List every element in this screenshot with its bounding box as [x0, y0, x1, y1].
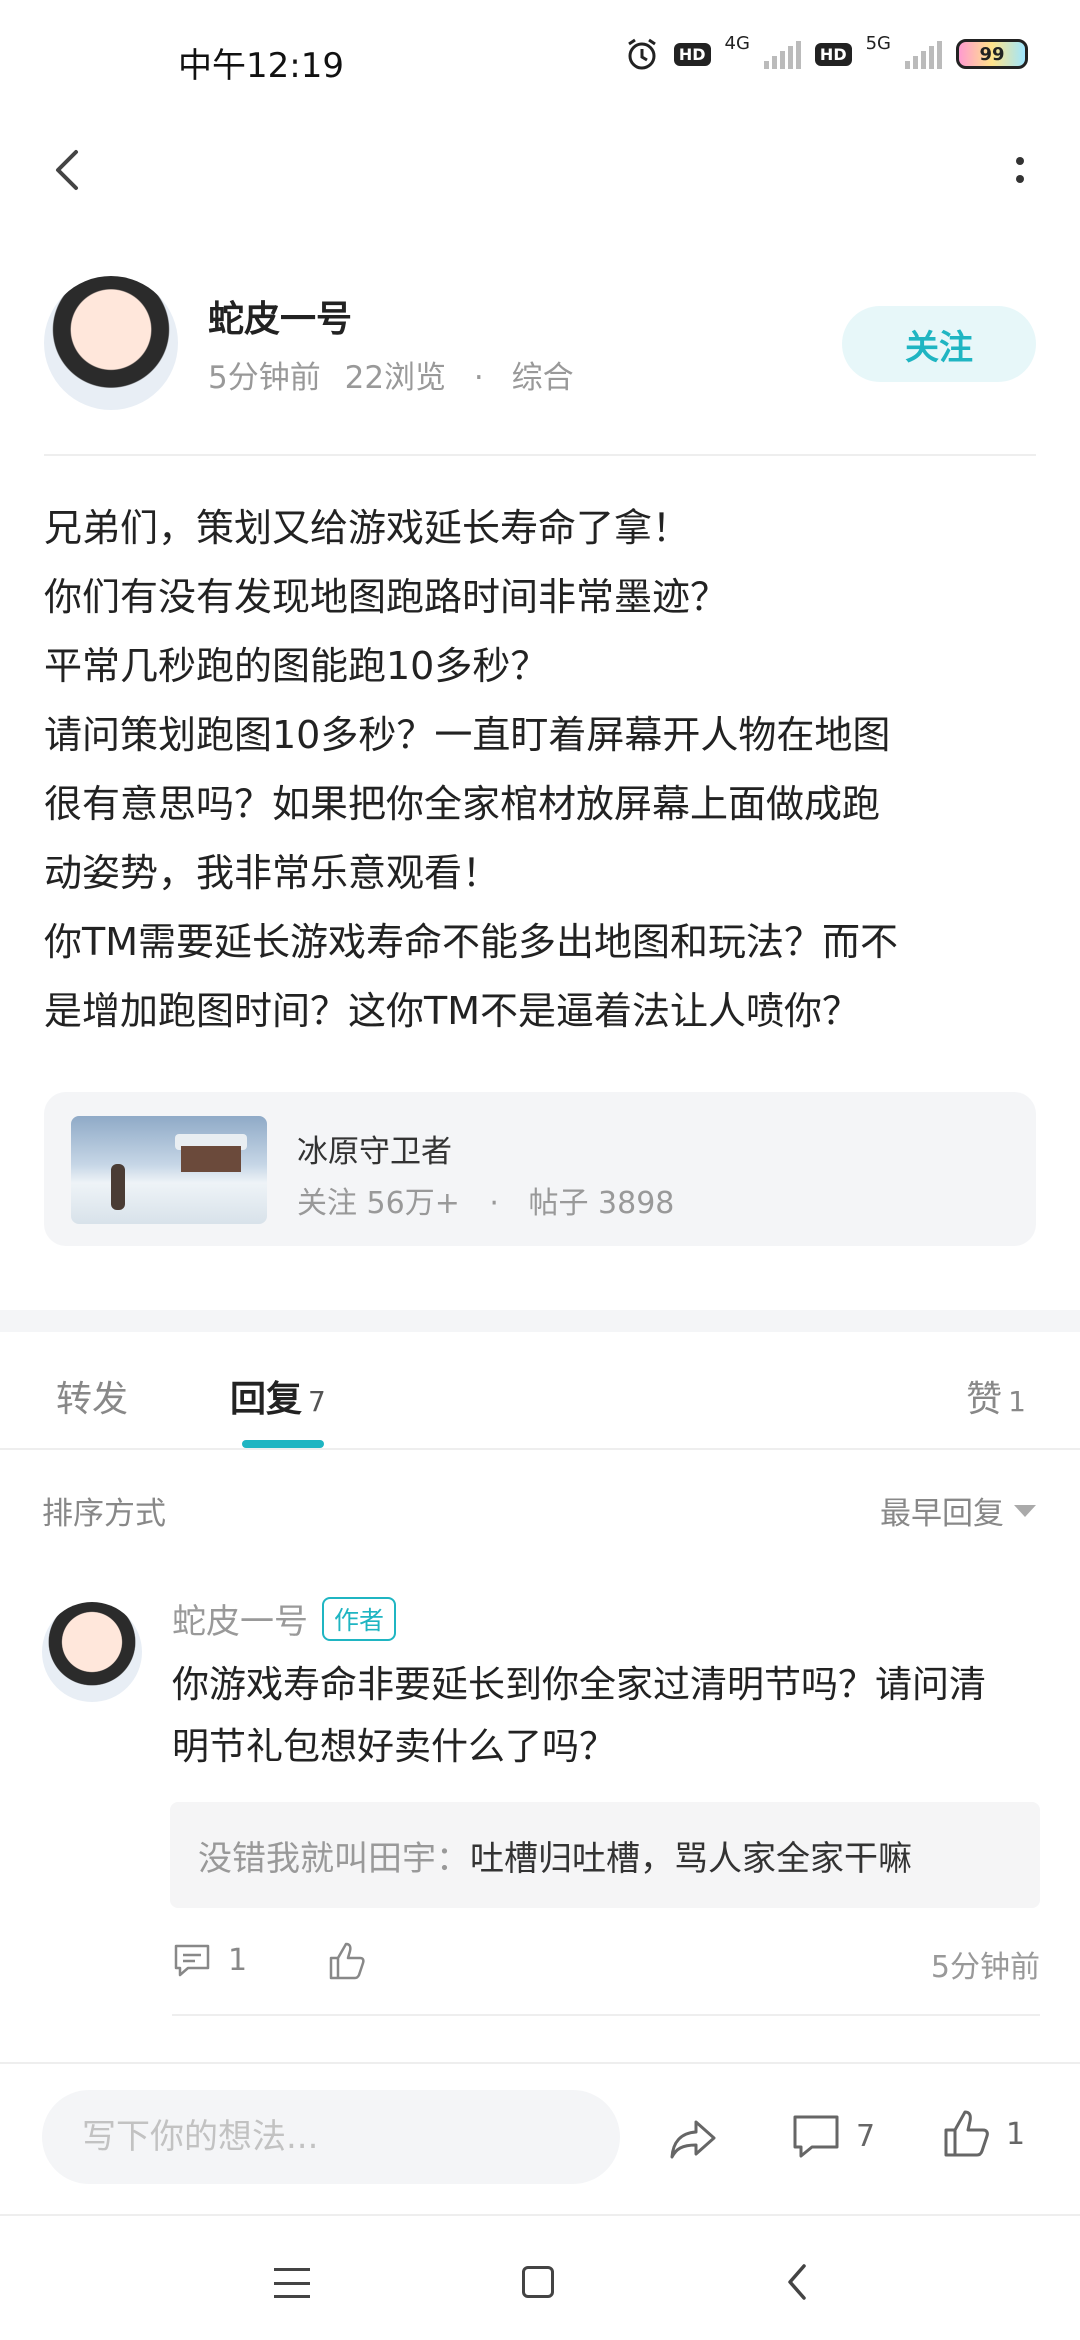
tab-reply-label: 回复 [230, 1379, 303, 1420]
comment-line: 明节礼包想好卖什么了吗？ [172, 1725, 616, 1768]
comment-line: 你游戏寿命非要延长到你全家过清明节吗？请问清 [172, 1663, 986, 1706]
share-icon [670, 2120, 716, 2159]
caret-down-icon [1014, 1504, 1036, 1517]
tab-active-indicator [242, 1440, 324, 1448]
thumbs-up-icon [329, 1942, 365, 1980]
comment-like-button[interactable] [326, 1940, 368, 1986]
post-line: 平常几秒跑的图能跑10多秒？ [44, 644, 549, 688]
bottom-comment-button[interactable]: 7 [790, 2110, 875, 2162]
sort-selected: 最早回复 [880, 1496, 1004, 1532]
alarm-icon [628, 38, 656, 70]
sub-reply[interactable]: 没错我就叫田宇： 吐槽归吐槽，骂人家全家干嘛 [170, 1802, 1040, 1908]
post-author-header: 蛇皮一号 5分钟前 22浏览 · 综合 关注 [44, 276, 1036, 416]
meta-separator: · [473, 360, 484, 396]
post-meta: 5分钟前 22浏览 · 综合 [208, 352, 574, 397]
thumbs-up-icon [944, 2110, 989, 2157]
author-badge: 作者 [322, 1596, 397, 1641]
author-avatar[interactable] [44, 276, 178, 410]
back-button[interactable] [40, 140, 100, 200]
post-body: 兄弟们，策划又给游戏延长寿命了拿！ 你们有没有发现地图跑路时间非常墨迹？ 平常几… [44, 494, 1044, 1046]
comment-time: 5分钟前 [930, 1950, 1040, 1985]
post-line: 动姿势，我非常乐意观看！ [44, 851, 501, 895]
game-name: 冰原守卫者 [297, 1134, 452, 1170]
comment-text[interactable]: 你游戏寿命非要延长到你全家过清明节吗？请问清 明节礼包想好卖什么了吗？ [172, 1654, 1042, 1778]
sort-dropdown[interactable]: 最早回复 [880, 1488, 1036, 1533]
signal-bars-icon [763, 39, 801, 69]
tab-like-count: 1 [1008, 1385, 1026, 1418]
stats-separator: · [489, 1186, 499, 1221]
home-button[interactable] [522, 2266, 554, 2298]
battery-icon: 99 [956, 39, 1028, 69]
section-gap [0, 1310, 1080, 1332]
interaction-tabs: 转发 回复 7 赞1 [0, 1332, 1080, 1450]
comment-avatar[interactable] [42, 1602, 142, 1702]
share-button[interactable] [666, 2110, 722, 2166]
bottom-action-bar: 7 1 [0, 2064, 1080, 2214]
comment-actions: 1 5分钟前 [172, 1940, 1040, 1986]
game-thumbnail [71, 1116, 267, 1224]
post-line: 你TM需要延长游戏寿命不能多出地图和玩法？而不 [44, 920, 899, 964]
tab-like[interactable]: 赞1 [966, 1370, 1026, 1422]
system-back-button[interactable] [778, 2260, 818, 2304]
post-line: 是增加跑图时间？这你TM不是逼着法让人喷你？ [44, 989, 861, 1033]
status-time: 中午12:19 [178, 46, 344, 86]
status-icons: HD 4G HD 5G 99 [624, 33, 1028, 72]
recent-apps-button[interactable] [274, 2268, 310, 2298]
comment-icon [793, 2115, 839, 2158]
game-card[interactable]: 冰原守卫者 关注 56万+ · 帖子 3898 [44, 1092, 1036, 1246]
post-line: 兄弟们，策划又给游戏延长寿命了拿！ [44, 506, 691, 550]
network-5g-label: 5G [865, 33, 891, 54]
divider [44, 454, 1036, 456]
tab-reply-count: 7 [308, 1385, 326, 1418]
game-followers: 关注 56万+ [297, 1186, 460, 1221]
comment-input[interactable] [42, 2090, 620, 2184]
post-views: 22浏览 [344, 360, 447, 396]
bottom-like-count: 1 [1006, 2116, 1026, 2152]
bottom-comment-count: 7 [856, 2118, 876, 2154]
post-line: 你们有没有发现地图跑路时间非常墨迹？ [44, 575, 729, 619]
sort-label: 排序方式 [42, 1496, 166, 1532]
battery-level: 99 [979, 43, 1005, 65]
hd-badge-2: HD [814, 42, 852, 66]
game-posts: 帖子 3898 [528, 1186, 675, 1221]
status-bar: 中午12:19 HD 4G HD 5G 99 [0, 0, 1080, 120]
follow-button[interactable]: 关注 [842, 306, 1036, 382]
comment-author-name[interactable]: 蛇皮一号 [172, 1594, 308, 1643]
comment-reply-count: 1 [228, 1942, 248, 1978]
comment-reply-button[interactable]: 1 [172, 1940, 247, 1980]
comment-icon [174, 1944, 210, 1977]
post-line: 很有意思吗？如果把你全家棺材放屏幕上面做成跑 [44, 782, 881, 826]
network-4g-label: 4G [724, 33, 750, 54]
system-navigation-bar [0, 2214, 1080, 2340]
divider [172, 2014, 1040, 2016]
tab-forward[interactable]: 转发 [56, 1370, 128, 1422]
more-dot-icon [1016, 157, 1024, 165]
chevron-left-icon [788, 2264, 806, 2300]
more-dot-icon [1016, 175, 1024, 183]
author-name[interactable]: 蛇皮一号 [208, 290, 352, 342]
sub-reply-user: 没错我就叫田宇： [198, 1838, 470, 1879]
nav-bar [0, 120, 1080, 220]
hd-badge: HD [673, 42, 711, 66]
post-line: 请问策划跑图10多秒？一直盯着屏幕开人物在地图 [44, 713, 891, 757]
post-time: 5分钟前 [208, 360, 321, 396]
sub-reply-text: 吐槽归吐槽，骂人家全家干嘛 [470, 1838, 912, 1879]
chevron-left-icon [56, 150, 78, 190]
tab-reply[interactable]: 回复 7 [230, 1370, 326, 1422]
more-options-button[interactable] [990, 140, 1050, 200]
comment-author: 蛇皮一号 作者 [172, 1594, 397, 1643]
post-category[interactable]: 综合 [512, 360, 574, 396]
signal-bars-icon-2 [905, 39, 942, 69]
tab-like-label: 赞 [966, 1379, 1003, 1420]
bottom-like-button[interactable]: 1 [940, 2108, 1025, 2160]
game-stats: 关注 56万+ · 帖子 3898 [297, 1178, 674, 1222]
